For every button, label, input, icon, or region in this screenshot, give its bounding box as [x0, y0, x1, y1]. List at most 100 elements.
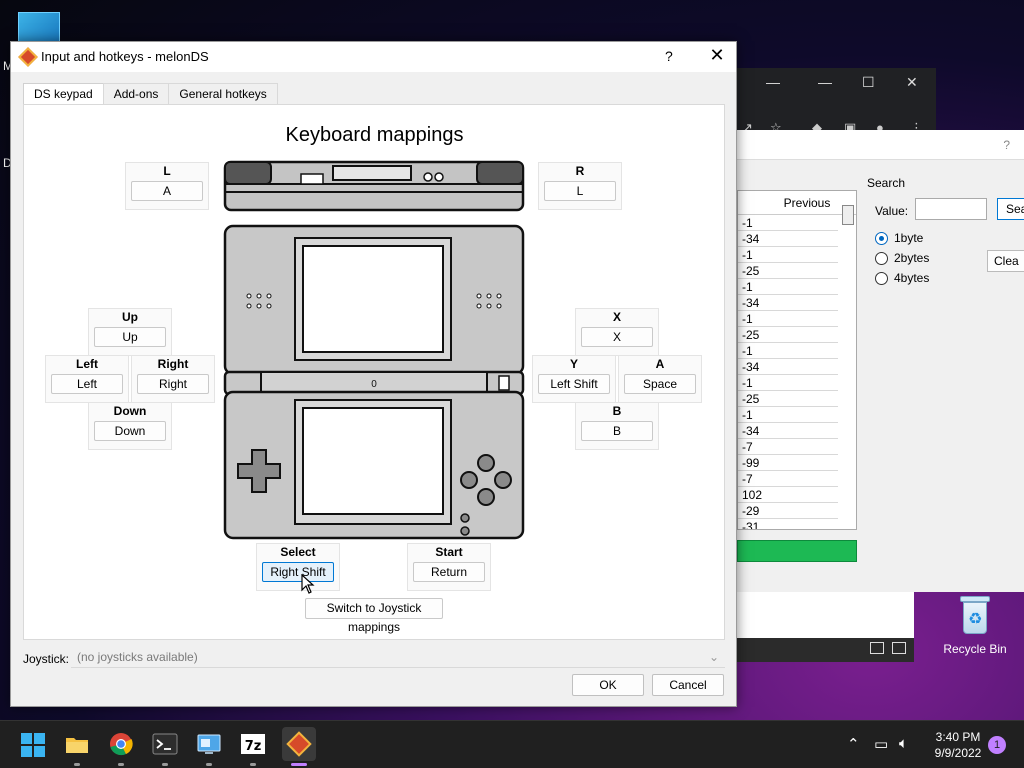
table-row[interactable]: -34 — [738, 423, 838, 439]
table-row[interactable]: -31 — [738, 519, 838, 529]
taskbar-indicator — [118, 763, 124, 766]
key-button-start[interactable]: Return — [413, 562, 485, 582]
windows-start-icon[interactable] — [21, 733, 45, 757]
mapping-b: B B — [575, 402, 659, 450]
table-row[interactable]: -1 — [738, 343, 838, 359]
minimize-icon[interactable]: — — [818, 74, 832, 90]
network-icon[interactable]: ▭ — [874, 735, 888, 753]
mapping-label: X — [612, 310, 621, 324]
table-row[interactable]: -1 — [738, 375, 838, 391]
ds-upper-screen-half — [223, 224, 525, 376]
mapping-label: Y — [569, 357, 578, 371]
taskbar-indicator — [250, 763, 256, 766]
close-icon[interactable]: ✕ — [906, 74, 918, 91]
table-row[interactable]: -29 — [738, 503, 838, 519]
7zip-icon[interactable]: 7z — [240, 731, 266, 757]
table-row[interactable]: -99 — [738, 455, 838, 471]
key-button-l[interactable]: A — [131, 181, 203, 201]
notification-badge[interactable]: 1 — [988, 736, 1006, 754]
chevron-up-icon[interactable]: ⌃ — [847, 735, 860, 753]
ds-lower-half — [223, 390, 525, 540]
chevron-down-icon: ⌄ — [708, 650, 719, 664]
recycle-bin-icon — [958, 596, 992, 636]
mapping-x: X X — [575, 308, 659, 356]
key-button-b[interactable]: B — [581, 421, 653, 441]
melonds-icon[interactable] — [282, 727, 316, 761]
mapping-a: A Space — [618, 355, 702, 403]
clear-button[interactable]: Clea — [987, 250, 1024, 272]
mapping-y: Y Left Shift — [532, 355, 616, 403]
dialog-title: Input and hotkeys - melonDS — [41, 49, 209, 64]
mapping-label: B — [612, 404, 622, 418]
background-browser-window: — — ☐ ✕ ↗ ☆ ◆ ▣ ● ⋮ — [736, 68, 936, 135]
page-title: Keyboard mappings — [285, 124, 464, 146]
ds-hinge: 0 — [223, 370, 525, 396]
recycle-bin[interactable]: Recycle Bin — [940, 596, 1010, 656]
mapping-label: Left — [76, 357, 98, 371]
mapping-label: Select — [280, 545, 316, 559]
table-row[interactable]: 102 — [738, 487, 838, 503]
joystick-select-value: (no joysticks available) — [77, 650, 198, 664]
dialog-titlebar: Input and hotkeys - melonDS ? ✕ — [11, 42, 736, 72]
mapping-label: R — [575, 164, 585, 178]
taskbar-indicator — [74, 763, 80, 766]
mapping-label: Up — [122, 310, 138, 324]
list-view-icon[interactable] — [870, 642, 884, 654]
mapping-label: Right — [157, 357, 189, 371]
joystick-select[interactable]: (no joysticks available) ⌄ — [71, 648, 725, 668]
maximize-icon[interactable]: ☐ — [862, 74, 875, 91]
table-row[interactable]: -1 — [738, 279, 838, 295]
taskbar-indicator — [206, 763, 212, 766]
clear-area: Clea — [737, 130, 1024, 280]
input-hotkeys-dialog: Input and hotkeys - melonDS ? ✕ DS keypa… — [10, 41, 737, 707]
key-button-left[interactable]: Left — [51, 374, 123, 394]
key-button-y[interactable]: Left Shift — [538, 374, 610, 394]
volume-icon[interactable]: 🔈︎ — [899, 735, 908, 752]
taskbar-indicator — [162, 763, 168, 766]
taskbar: 7z ⌃ ▭ 🔈︎ 3:40 PM 9/9/2022 1 — [0, 720, 1024, 768]
ok-button[interactable]: OK — [572, 674, 644, 696]
table-row[interactable]: -34 — [738, 295, 838, 311]
mouse-cursor-icon — [301, 574, 315, 594]
tab-general-hotkeys[interactable]: General hotkeys — [168, 83, 278, 105]
taskbar-clock[interactable]: 3:40 PM 9/9/2022 — [928, 729, 988, 761]
detail-view-icon[interactable] — [892, 642, 906, 654]
melonds-app-icon — [18, 47, 38, 67]
key-button-x[interactable]: X — [581, 327, 653, 347]
table-row[interactable]: -25 — [738, 391, 838, 407]
mapping-l: L A — [125, 162, 209, 210]
key-button-select[interactable]: Right Shift — [262, 562, 334, 582]
tab-ds-keypad[interactable]: DS keypad — [23, 83, 104, 106]
key-button-r[interactable]: L — [544, 181, 616, 201]
key-button-up[interactable]: Up — [94, 327, 166, 347]
key-button-a[interactable]: Space — [624, 374, 696, 394]
table-row[interactable]: -25 — [738, 327, 838, 343]
mapping-right: Right Right — [131, 355, 215, 403]
svg-text:7z: 7z — [245, 739, 262, 754]
mapping-label: L — [163, 164, 171, 178]
table-row[interactable]: -7 — [738, 471, 838, 487]
help-button[interactable]: ? — [665, 48, 673, 64]
table-row[interactable]: -34 — [738, 359, 838, 375]
background-window-bottom — [736, 592, 914, 662]
recycle-bin-label: Recycle Bin — [943, 642, 1007, 656]
file-explorer-icon[interactable] — [64, 731, 90, 757]
mapping-label: A — [655, 357, 665, 371]
minimize-icon[interactable]: — — [766, 74, 780, 90]
table-row[interactable]: -1 — [738, 407, 838, 423]
mapping-down: Down Down — [88, 402, 172, 450]
table-row[interactable]: -7 — [738, 439, 838, 455]
terminal-icon[interactable] — [152, 731, 178, 757]
control-panel-icon[interactable] — [196, 731, 222, 757]
key-button-down[interactable]: Down — [94, 421, 166, 441]
desktop-icon[interactable] — [18, 12, 60, 42]
cancel-button[interactable]: Cancel — [652, 674, 724, 696]
tab-add-ons[interactable]: Add-ons — [102, 83, 170, 105]
joystick-label: Joystick: — [23, 652, 70, 666]
close-button[interactable]: ✕ — [707, 45, 727, 66]
chrome-icon[interactable] — [108, 731, 134, 757]
key-button-right[interactable]: Right — [137, 374, 209, 394]
table-row[interactable]: -1 — [738, 311, 838, 327]
switch-joystick-button[interactable]: Switch to Joystick mappings — [305, 598, 443, 634]
mapping-up: Up Up — [88, 308, 172, 356]
